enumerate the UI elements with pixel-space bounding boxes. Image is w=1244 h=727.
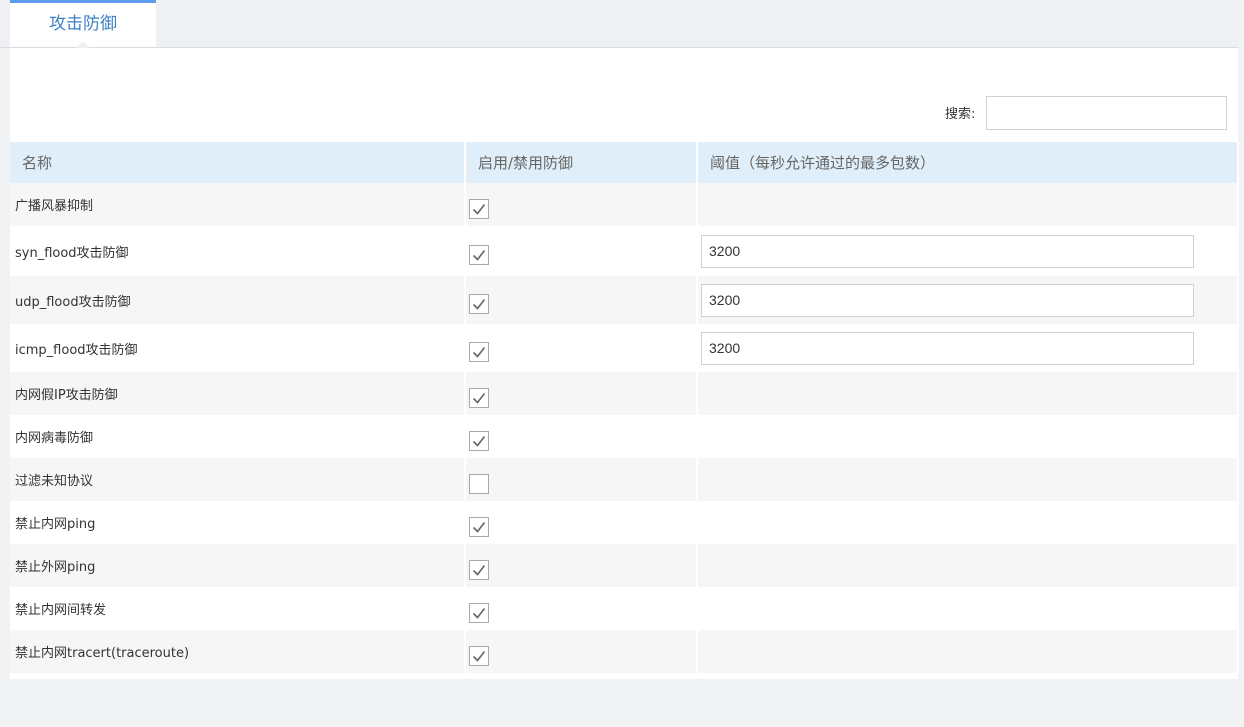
table-row: 禁止内网ping xyxy=(10,501,1239,544)
table-row: 禁止内网间转发 xyxy=(10,587,1239,630)
enable-checkbox[interactable] xyxy=(469,559,489,580)
row-name: 内网假IP攻击防御 xyxy=(10,372,466,415)
search-label: 搜索: xyxy=(945,107,976,122)
row-threshold-cell xyxy=(697,458,1239,501)
row-enable-cell xyxy=(465,324,698,372)
enable-checkbox[interactable] xyxy=(469,294,489,314)
enable-checkbox[interactable] xyxy=(469,342,489,362)
table-row: 过滤未知协议 xyxy=(10,458,1239,501)
row-threshold-cell xyxy=(697,226,1239,276)
checkmark-icon xyxy=(472,650,486,662)
column-header-enable[interactable]: 启用/禁用防御 xyxy=(465,142,698,183)
enable-checkbox[interactable] xyxy=(469,245,489,265)
enable-checkbox[interactable] xyxy=(469,198,489,219)
checkmark-icon xyxy=(472,564,486,576)
row-name: 内网病毒防御 xyxy=(10,415,466,458)
search-input[interactable] xyxy=(986,96,1227,130)
table-row: udp_flood攻击防御 xyxy=(10,276,1239,324)
table-row: icmp_flood攻击防御 xyxy=(10,324,1239,372)
tab-pointer xyxy=(76,41,90,48)
row-name: syn_flood攻击防御 xyxy=(10,226,466,276)
checkmark-icon xyxy=(472,521,486,533)
checkmark-icon xyxy=(472,392,486,404)
defense-table: 名称 启用/禁用防御 阈值（每秒允许通过的最多包数） 广播风暴抑制 syn_flo… xyxy=(10,142,1239,673)
row-enable-cell xyxy=(465,544,698,587)
main-panel: 搜索: 名称 启用/禁用防御 阈值（每秒允许通过的最多包数） 广播风暴抑制 syn… xyxy=(10,48,1239,727)
row-threshold-cell xyxy=(697,372,1239,415)
enable-checkbox[interactable] xyxy=(469,602,489,623)
enable-checkbox[interactable] xyxy=(469,473,489,494)
row-enable-cell xyxy=(465,587,698,630)
checkmark-icon xyxy=(472,250,486,261)
row-name: 禁止外网ping xyxy=(10,544,466,587)
row-threshold-cell xyxy=(697,630,1239,673)
column-header-name[interactable]: 名称 xyxy=(10,142,466,183)
table-row: syn_flood攻击防御 xyxy=(10,226,1239,276)
table-header-row: 名称 启用/禁用防御 阈值（每秒允许通过的最多包数） xyxy=(10,142,1239,183)
row-name: icmp_flood攻击防御 xyxy=(10,324,466,372)
row-threshold-cell xyxy=(697,415,1239,458)
row-enable-cell xyxy=(465,276,698,324)
tab-attack-defense[interactable]: 攻击防御 xyxy=(10,0,156,48)
row-enable-cell xyxy=(465,372,698,415)
enable-checkbox[interactable] xyxy=(469,387,489,408)
row-threshold-cell xyxy=(697,501,1239,544)
row-name: 禁止内网ping xyxy=(10,501,466,544)
enable-checkbox[interactable] xyxy=(469,516,489,537)
row-enable-cell xyxy=(465,226,698,276)
row-name: 广播风暴抑制 xyxy=(10,183,466,226)
row-name: udp_flood攻击防御 xyxy=(10,276,466,324)
threshold-input[interactable] xyxy=(701,283,1194,317)
panel-bottom-edge xyxy=(10,722,1238,727)
checkmark-icon xyxy=(472,607,486,619)
table-row: 内网假IP攻击防御 xyxy=(10,372,1239,415)
checkmark-icon xyxy=(472,435,486,447)
row-name: 禁止内网tracert(traceroute) xyxy=(10,630,466,673)
row-threshold-cell xyxy=(697,544,1239,587)
checkmark-icon xyxy=(472,347,486,358)
tab-label: 攻击防御 xyxy=(49,14,117,34)
row-enable-cell xyxy=(465,183,698,226)
table-row: 广播风暴抑制 xyxy=(10,183,1239,226)
tab-bar: 攻击防御 xyxy=(0,0,1238,48)
table-row: 禁止外网ping xyxy=(10,544,1239,587)
row-enable-cell xyxy=(465,501,698,544)
table-row: 内网病毒防御 xyxy=(10,415,1239,458)
row-name: 过滤未知协议 xyxy=(10,458,466,501)
checkmark-icon xyxy=(472,299,486,310)
enable-checkbox[interactable] xyxy=(469,645,489,666)
enable-checkbox[interactable] xyxy=(469,430,489,451)
threshold-input[interactable] xyxy=(701,234,1194,268)
row-enable-cell xyxy=(465,415,698,458)
threshold-input[interactable] xyxy=(701,331,1194,365)
row-enable-cell xyxy=(465,630,698,673)
row-enable-cell xyxy=(465,458,698,501)
row-threshold-cell xyxy=(697,183,1239,226)
checkmark-icon xyxy=(472,203,486,215)
row-threshold-cell xyxy=(697,276,1239,324)
row-name: 禁止内网间转发 xyxy=(10,587,466,630)
row-threshold-cell xyxy=(697,587,1239,630)
table-row: 禁止内网tracert(traceroute) xyxy=(10,630,1239,673)
column-header-threshold[interactable]: 阈值（每秒允许通过的最多包数） xyxy=(697,142,1239,183)
row-threshold-cell xyxy=(697,324,1239,372)
